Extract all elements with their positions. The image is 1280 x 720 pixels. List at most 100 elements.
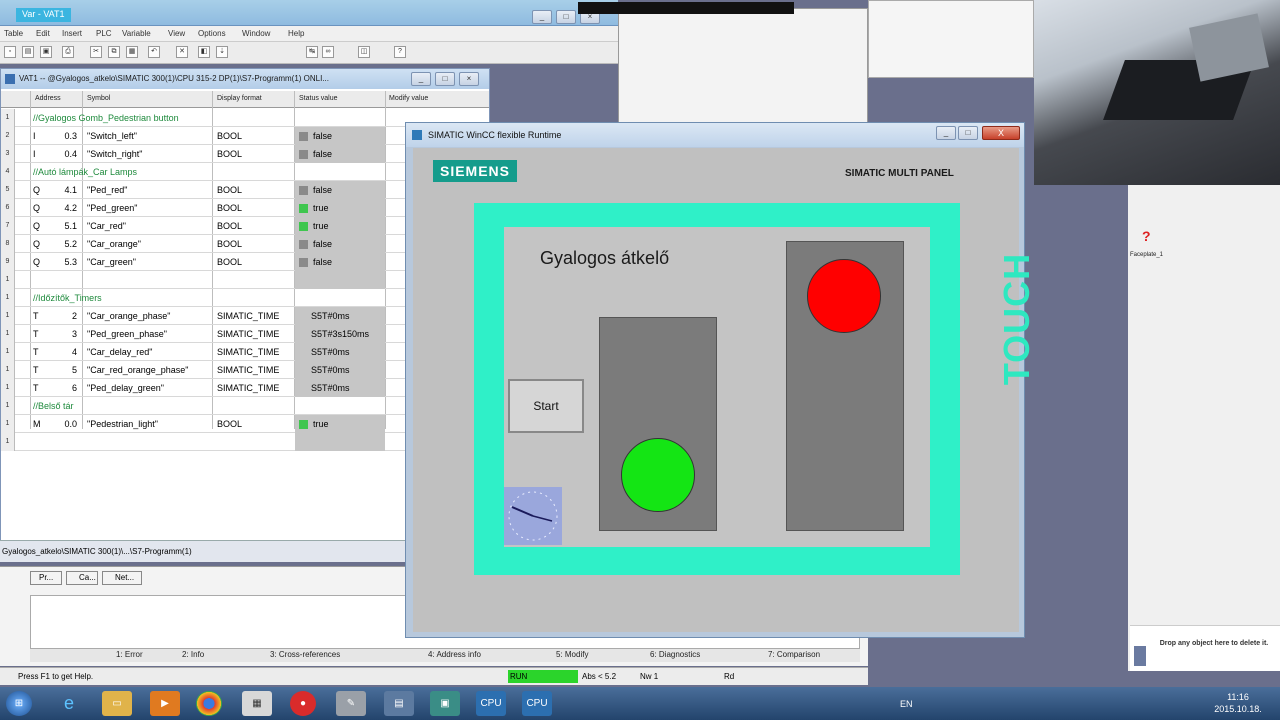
table-row[interactable]: 1 M 0.0 "Pedestrian_light" BOOL true — [1, 415, 441, 433]
menu-variable[interactable]: Variable — [122, 29, 151, 38]
menu-insert[interactable]: Insert — [62, 29, 82, 38]
mini-tab-net[interactable]: Net... — [102, 571, 142, 585]
table-row[interactable]: 1 T 2 "Car_orange_phase" SIMATIC_TIME S5T#0ms — [1, 307, 441, 325]
col-display-format[interactable]: Display format — [217, 95, 262, 102]
col-status-value[interactable]: Status value — [299, 95, 338, 102]
recorder-icon[interactable]: ● — [290, 691, 316, 716]
question-icon: ? — [1142, 228, 1151, 244]
cut-icon[interactable]: ✂ — [90, 46, 102, 58]
cpu-icon-2[interactable]: CPU — [522, 691, 552, 716]
tab-info[interactable]: 2: Info — [182, 650, 204, 659]
menu-window[interactable]: Window — [242, 29, 270, 38]
mini-tab-ca[interactable]: Ca... — [66, 571, 98, 585]
app-grid-icon[interactable]: ▦ — [242, 691, 272, 716]
drop-hint: Drop any object here to delete it. — [1130, 625, 1280, 671]
minimize-icon[interactable]: _ — [532, 10, 552, 24]
internet-explorer-icon[interactable]: e — [54, 691, 84, 716]
row-symbol: "Car_green" — [87, 257, 136, 267]
table-row[interactable]: 1 — [1, 271, 441, 289]
paste-icon[interactable]: ▦ — [126, 46, 138, 58]
vat-close-icon[interactable]: × — [459, 72, 479, 86]
table-row[interactable]: 3 I 0.4 "Switch_right" BOOL false — [1, 145, 441, 163]
menu-options[interactable]: Options — [198, 29, 226, 38]
open-icon[interactable]: ▤ — [22, 46, 34, 58]
row-address: 6 — [71, 383, 77, 393]
table-row[interactable]: 5 Q 4.1 "Ped_red" BOOL false — [1, 181, 441, 199]
tool-icon[interactable]: ✎ — [336, 691, 366, 716]
delete-icon[interactable]: ✕ — [176, 46, 188, 58]
col-symbol[interactable]: Symbol — [87, 95, 110, 102]
status-cell — [295, 415, 385, 433]
menu-edit[interactable]: Edit — [36, 29, 50, 38]
faceplate-item[interactable]: ? Faceplate_1 — [1130, 220, 1180, 270]
media-player-icon[interactable]: ▶ — [150, 691, 180, 716]
col-address[interactable]: Address — [35, 95, 61, 102]
table-row[interactable]: 1 T 5 "Car_red_orange_phase" SIMATIC_TIME S5T… — [1, 361, 441, 379]
comment-row[interactable]: 1 //Belső tár — [1, 397, 441, 415]
row-area: T — [33, 383, 39, 393]
menu-view[interactable]: View — [168, 29, 185, 38]
menu-plc[interactable]: PLC — [96, 29, 112, 38]
table-row[interactable]: 1 T 4 "Car_delay_red" SIMATIC_TIME S5T#0ms — [1, 343, 441, 361]
tab-cross-references[interactable]: 3: Cross-references — [270, 650, 340, 659]
row-number: 3 — [1, 145, 15, 163]
row-number: 6 — [1, 199, 15, 217]
vat-maximize-icon[interactable]: □ — [435, 72, 455, 86]
recorder-bar — [578, 2, 794, 14]
tab-address-info[interactable]: 4: Address info — [428, 650, 481, 659]
mini-tab-pr[interactable]: Pr... — [30, 571, 62, 585]
wincc-icon[interactable]: ▣ — [430, 691, 460, 716]
table-row[interactable]: 2 I 0.3 "Switch_left" BOOL false — [1, 127, 441, 145]
row-status: S5T#3s150ms — [311, 329, 370, 339]
table-row[interactable]: 1 — [1, 433, 441, 451]
row-address: 5.2 — [64, 239, 77, 249]
wincc-minimize-icon[interactable]: _ — [936, 126, 956, 140]
download-icon[interactable]: ⇣ — [216, 46, 228, 58]
undo-icon[interactable]: ↶ — [148, 46, 160, 58]
row-symbol: "Ped_delay_green" — [87, 383, 164, 393]
menu-table[interactable]: Table — [4, 29, 23, 38]
tab-diagnostics[interactable]: 6: Diagnostics — [650, 650, 700, 659]
menu-help[interactable]: Help — [288, 29, 304, 38]
pedestrian-light-housing — [599, 317, 717, 531]
clock-display[interactable]: 11:16 2015.10.18. — [1210, 691, 1266, 715]
copy-icon[interactable]: ⧉ — [108, 46, 120, 58]
row-area: T — [33, 347, 39, 357]
cpu-icon[interactable]: CPU — [476, 691, 506, 716]
vat-minimize-icon[interactable]: _ — [411, 72, 431, 86]
table-row[interactable]: 1 T 3 "Ped_green_phase" SIMATIC_TIME S5T#3s15… — [1, 325, 441, 343]
comment-row[interactable]: 1 //Időzítők_Timers — [1, 289, 441, 307]
monitor-variable-icon[interactable]: ∞ — [322, 46, 334, 58]
help-icon[interactable]: ? — [394, 46, 406, 58]
col-modify-value[interactable]: Modify value — [389, 95, 428, 102]
new-icon[interactable]: ▫ — [4, 46, 16, 58]
table-row[interactable]: 6 Q 4.2 "Ped_green" BOOL true — [1, 199, 441, 217]
row-symbol: "Car_orange" — [87, 239, 141, 249]
row-format: BOOL — [217, 257, 243, 267]
wincc-maximize-icon[interactable]: □ — [958, 126, 978, 140]
start-button[interactable]: Start — [508, 379, 584, 433]
table-row[interactable]: 8 Q 5.2 "Car_orange" BOOL false — [1, 235, 441, 253]
modify-icon[interactable]: ↹ — [306, 46, 318, 58]
row-status: true — [313, 221, 329, 231]
wincc-close-button[interactable]: X — [982, 126, 1020, 140]
comment-row[interactable]: 1 //Gyalogos Gomb_Pedestrian button — [1, 109, 441, 127]
tab-comparison[interactable]: 7: Comparison — [768, 650, 820, 659]
comment-row[interactable]: 4 //Autó lámpák_Car Lamps — [1, 163, 441, 181]
trigger-icon[interactable]: ◫ — [358, 46, 370, 58]
table-row[interactable]: 9 Q 5.3 "Car_green" BOOL false — [1, 253, 441, 271]
language-indicator[interactable]: EN — [900, 699, 913, 709]
simatic-manager-icon[interactable]: ▤ — [384, 691, 414, 716]
tab-modify[interactable]: 5: Modify — [556, 650, 588, 659]
chrome-icon[interactable] — [196, 691, 222, 716]
row-status: S5T#0ms — [311, 311, 350, 321]
windows-start-icon[interactable]: ⊞ — [6, 691, 32, 716]
file-explorer-icon[interactable]: ▭ — [102, 691, 132, 716]
table-row[interactable]: 7 Q 5.1 "Car_red" BOOL true — [1, 217, 441, 235]
print-icon[interactable]: ⎙ — [62, 46, 74, 58]
maximize-icon[interactable]: □ — [556, 10, 576, 24]
save-icon[interactable]: ▣ — [40, 46, 52, 58]
tab-error[interactable]: 1: Error — [116, 650, 143, 659]
table-row[interactable]: 1 T 6 "Ped_delay_green" SIMATIC_TIME S5T#0ms — [1, 379, 441, 397]
monitor-icon[interactable]: ◧ — [198, 46, 210, 58]
